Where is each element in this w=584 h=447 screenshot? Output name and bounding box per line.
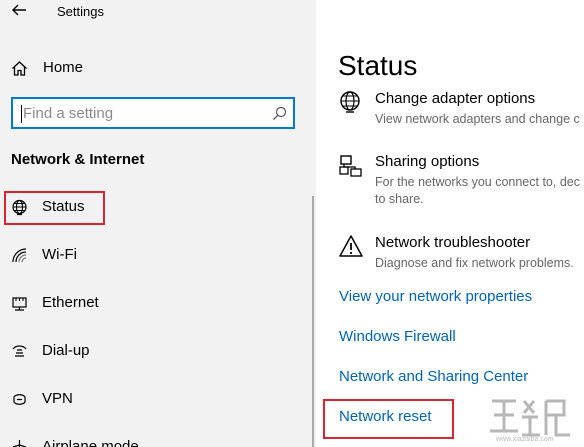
watermark-url: www.xiazaiba.com xyxy=(495,436,554,443)
dialup-icon xyxy=(12,345,27,357)
wifi-icon xyxy=(12,248,27,263)
option-description: View network adapters and change c xyxy=(375,112,580,126)
status-highlight-box xyxy=(4,191,105,225)
link-network-sharing-center[interactable]: Network and Sharing Center xyxy=(339,368,528,385)
sidebar-item-vpn[interactable]: VPN xyxy=(0,382,316,416)
ethernet-icon xyxy=(12,297,27,311)
option-description-line-2: to share. xyxy=(375,192,424,206)
link-windows-firewall[interactable]: Windows Firewall xyxy=(339,328,456,345)
option-title: Change adapter options xyxy=(375,90,536,107)
option-title: Sharing options xyxy=(375,153,480,170)
vpn-icon xyxy=(13,394,26,405)
home-label: Home xyxy=(43,59,84,76)
sidebar-home[interactable]: Home xyxy=(0,55,316,81)
option-title: Network troubleshooter xyxy=(375,234,531,251)
settings-window: Settings Home Find a setting Network & I… xyxy=(0,0,584,447)
globe-adapter-icon xyxy=(340,91,360,113)
search-icon[interactable] xyxy=(272,106,287,121)
sharing-icon xyxy=(339,155,362,177)
airplane-icon xyxy=(12,440,27,447)
network-reset-highlight-box xyxy=(323,399,454,439)
sidebar-item-wifi[interactable]: Wi-Fi xyxy=(0,238,316,272)
search-placeholder: Find a setting xyxy=(23,105,114,122)
option-description: Diagnose and fix network problems. xyxy=(375,256,574,270)
search-input[interactable]: Find a setting xyxy=(11,97,295,129)
title-bar: Settings xyxy=(0,0,316,24)
sidebar-item-airplane-mode[interactable]: Airplane mode xyxy=(0,430,316,447)
sidebar-scrollbar[interactable] xyxy=(312,196,314,447)
text-caret xyxy=(21,105,22,123)
sidebar-item-label: VPN xyxy=(42,390,73,407)
home-icon xyxy=(12,61,27,76)
window-title: Settings xyxy=(57,4,104,19)
section-title: Network & Internet xyxy=(11,151,145,168)
network-troubleshooter[interactable]: Network troubleshooter Diagnose and fix … xyxy=(338,234,584,274)
sidebar-item-dialup[interactable]: Dial-up xyxy=(0,334,316,368)
main-content: Status Change adapter options View netwo… xyxy=(316,0,584,447)
page-title: Status xyxy=(338,50,418,81)
watermark-logo: www.xiazaiba.com xyxy=(490,399,570,443)
option-description-line-1: For the networks you connect to, dec xyxy=(375,175,580,189)
change-adapter-options[interactable]: Change adapter options View network adap… xyxy=(338,90,584,130)
warning-icon xyxy=(339,235,363,257)
sidebar-item-label: Wi-Fi xyxy=(42,246,77,263)
sidebar-item-label: Ethernet xyxy=(42,294,99,311)
sidebar-item-label: Airplane mode xyxy=(42,438,139,447)
sharing-options[interactable]: Sharing options For the networks you con… xyxy=(338,153,584,209)
sidebar-item-label: Dial-up xyxy=(42,342,90,359)
sidebar: Settings Home Find a setting Network & I… xyxy=(0,0,316,447)
sidebar-item-ethernet[interactable]: Ethernet xyxy=(0,286,316,320)
back-arrow-icon[interactable] xyxy=(10,1,28,19)
link-view-network-properties[interactable]: View your network properties xyxy=(339,288,532,305)
